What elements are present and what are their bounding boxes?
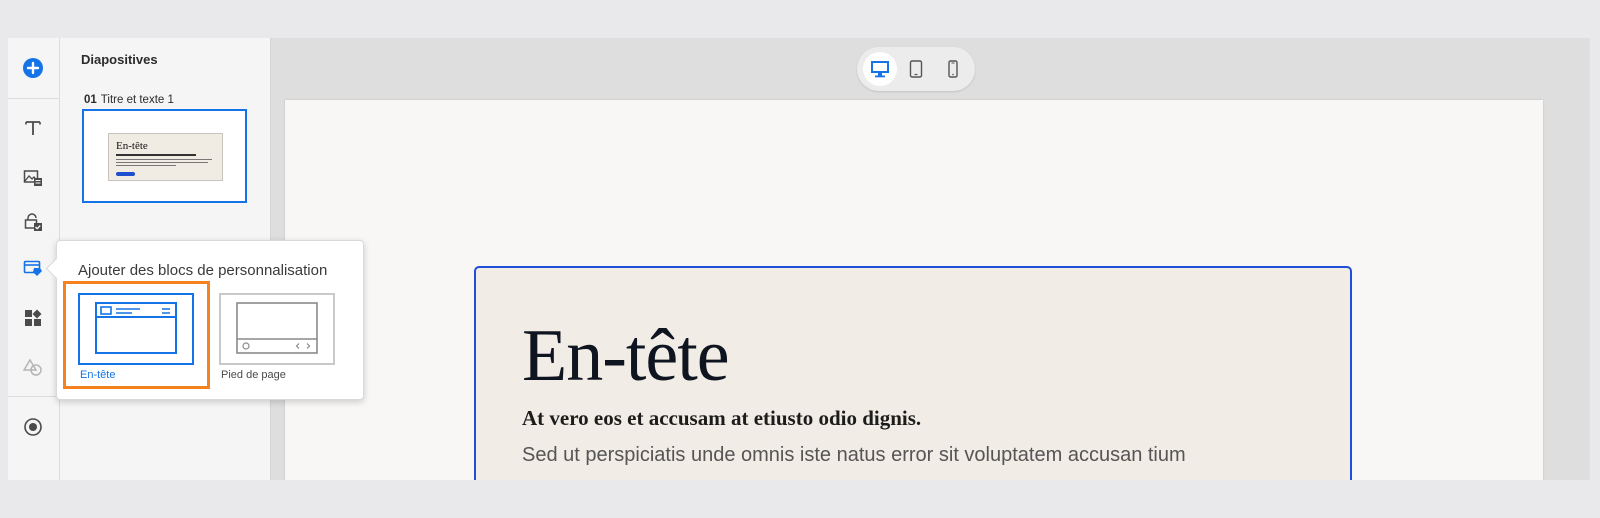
tablet-icon[interactable] — [899, 52, 933, 86]
slide-title: Titre et texte 1 — [100, 94, 174, 106]
footer-block-option-label[interactable]: Pied de page — [221, 369, 286, 381]
slides-panel-title: Diapositives — [81, 52, 158, 67]
personalization-icon[interactable] — [17, 252, 49, 284]
header-body-text[interactable]: Sed ut perspiciatis unde omnis iste natu… — [522, 444, 1186, 467]
slide-canvas[interactable]: En-tête At vero eos et accusam at etiust… — [285, 100, 1543, 480]
header-heading[interactable]: En-tête — [522, 314, 730, 399]
header-block-option-label[interactable]: En-tête — [80, 369, 115, 381]
header-block-icon — [95, 302, 177, 354]
record-icon[interactable] — [17, 411, 49, 443]
shapes-icon[interactable] — [17, 352, 49, 384]
canvas-area: En-tête At vero eos et accusam at etiust… — [271, 38, 1590, 480]
slide-thumbnail-button — [116, 172, 135, 176]
personalization-blocks-popover: Ajouter des blocs de personnalisation En… — [45, 240, 364, 400]
text-icon[interactable] — [17, 112, 49, 144]
slide-number: 01 — [84, 94, 97, 106]
footer-block-option[interactable] — [219, 293, 335, 365]
slide-thumbnail-preview: En-tête — [108, 133, 223, 181]
header-block-option[interactable] — [78, 293, 194, 365]
lock-check-icon[interactable] — [17, 206, 49, 238]
header-subheading[interactable]: At vero eos et accusam at etiusto odio d… — [522, 406, 921, 431]
slide-thumbnail[interactable]: En-tête — [82, 109, 247, 203]
phone-icon[interactable] — [936, 52, 970, 86]
left-toolbar — [8, 38, 60, 480]
image-icon[interactable] — [17, 162, 49, 194]
add-icon[interactable] — [17, 52, 49, 84]
widgets-icon[interactable] — [17, 302, 49, 334]
desktop-icon[interactable] — [863, 52, 897, 86]
device-preview-toggle — [857, 47, 975, 91]
slide-label[interactable]: 01 Titre et texte 1 — [84, 94, 174, 106]
popover-title: Ajouter des blocs de personnalisation — [78, 262, 328, 279]
footer-block-icon — [236, 302, 318, 354]
slide-thumbnail-heading: En-tête — [116, 140, 148, 152]
header-block[interactable]: En-tête At vero eos et accusam at etiust… — [474, 266, 1352, 480]
